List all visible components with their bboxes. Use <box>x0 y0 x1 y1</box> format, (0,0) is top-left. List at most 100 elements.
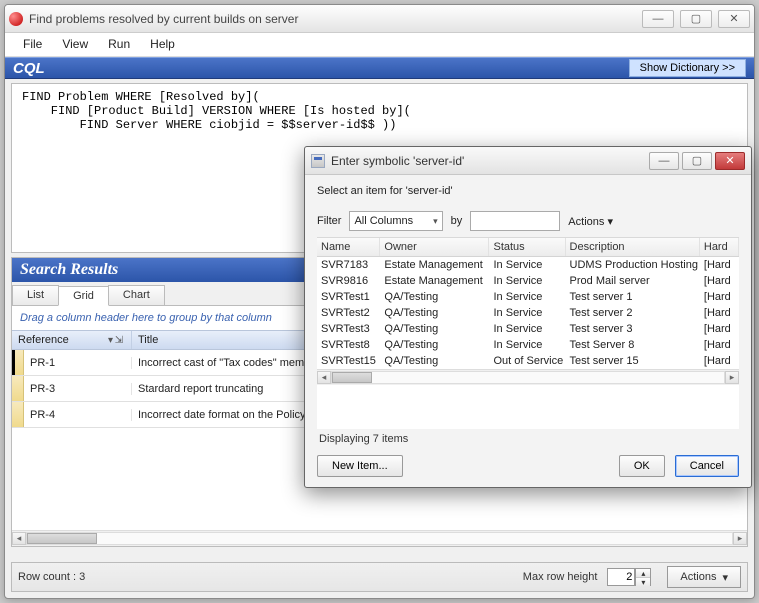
step-up-icon[interactable]: ▴ <box>636 569 650 578</box>
menu-help[interactable]: Help <box>140 33 185 56</box>
max-row-height-label: Max row height <box>523 571 598 583</box>
dialog-h-scrollbar[interactable]: ◂ ▸ <box>317 369 739 385</box>
chevron-down-icon: ▾ <box>433 216 438 227</box>
dialog-filter-bar: Filter All Columns ▾ by Actions ▾ <box>317 211 739 231</box>
cell-status: In Service <box>490 273 566 289</box>
close-button[interactable]: ✕ <box>718 10 750 28</box>
cancel-button[interactable]: Cancel <box>675 455 739 477</box>
dialog-window-controls: — ▢ ✕ <box>649 152 745 170</box>
cell-hard: [Hard <box>700 289 739 305</box>
scroll-right-icon[interactable]: ▸ <box>733 532 747 545</box>
cell-desc: Test Server 8 <box>566 337 700 353</box>
chevron-down-icon: ▾ <box>722 571 728 584</box>
dialog-button-bar: New Item... OK Cancel <box>317 449 739 477</box>
maximize-button[interactable]: ▢ <box>680 10 712 28</box>
col-owner[interactable]: Owner <box>380 238 489 256</box>
tab-list[interactable]: List <box>12 285 59 305</box>
show-dictionary-button[interactable]: Show Dictionary >> <box>629 59 746 77</box>
filter-text-input[interactable] <box>470 211 560 231</box>
col-description[interactable]: Description <box>566 238 700 256</box>
dialog-grid-header: Name Owner Status Description Hard <box>317 238 739 257</box>
filter-column-value: All Columns <box>354 215 433 227</box>
dialog-actions-dropdown[interactable]: Actions ▾ <box>568 215 613 228</box>
scroll-left-icon[interactable]: ◂ <box>317 371 331 384</box>
status-bar: Row count : 3 Max row height ▴ ▾ Actions… <box>11 562 748 592</box>
filter-label: Filter <box>317 215 341 227</box>
step-down-icon[interactable]: ▾ <box>636 578 650 587</box>
cell-reference: PR-1 <box>24 357 132 369</box>
ok-button[interactable]: OK <box>619 455 665 477</box>
cell-owner: QA/Testing <box>380 289 489 305</box>
dialog-grid: Name Owner Status Description Hard SVR71… <box>317 237 739 429</box>
cell-hard: [Hard <box>700 321 739 337</box>
pin-icon[interactable]: ⇲ <box>113 335 125 346</box>
actions-button[interactable]: Actions ▾ <box>667 566 741 588</box>
tab-grid[interactable]: Grid <box>58 286 109 306</box>
table-row[interactable]: SVR7183Estate ManagementIn ServiceUDMS P… <box>317 257 739 273</box>
dialog-status-line: Displaying 7 items <box>317 429 739 449</box>
actions-label: Actions <box>680 571 716 583</box>
cell-hard: [Hard <box>700 257 739 273</box>
cell-desc: Prod Mail server <box>566 273 700 289</box>
col-title-label: Title <box>138 334 158 346</box>
table-row[interactable]: SVRTest15QA/TestingOut of ServiceTest se… <box>317 353 739 369</box>
cell-status: In Service <box>490 257 566 273</box>
scroll-thumb[interactable] <box>27 533 97 544</box>
col-status[interactable]: Status <box>489 238 565 256</box>
cell-owner: Estate Management <box>380 257 489 273</box>
cell-name: SVRTest15 <box>317 353 380 369</box>
cell-status: In Service <box>490 305 566 321</box>
window-title: Find problems resolved by current builds… <box>29 12 298 26</box>
max-row-height-input[interactable] <box>607 568 635 586</box>
dialog-minimize-button[interactable]: — <box>649 152 679 170</box>
minimize-button[interactable]: — <box>642 10 674 28</box>
results-h-scrollbar[interactable]: ◂ ▸ <box>12 530 747 546</box>
cql-label: CQL <box>13 60 45 77</box>
col-name[interactable]: Name <box>317 238 380 256</box>
new-item-button[interactable]: New Item... <box>317 455 403 477</box>
menu-view[interactable]: View <box>52 33 98 56</box>
table-row[interactable]: SVR9816Estate ManagementIn ServiceProd M… <box>317 273 739 289</box>
cql-section-header: CQL Show Dictionary >> <box>5 57 754 79</box>
table-row[interactable]: SVRTest1QA/TestingIn ServiceTest server … <box>317 289 739 305</box>
row-indicator-icon <box>12 350 24 375</box>
filter-column-combo[interactable]: All Columns ▾ <box>349 211 442 231</box>
scroll-right-icon[interactable]: ▸ <box>725 371 739 384</box>
col-reference[interactable]: Reference ▾ ⇲ <box>12 331 132 349</box>
dialog-titlebar[interactable]: Enter symbolic 'server-id' — ▢ ✕ <box>305 147 751 175</box>
dialog-prompt: Select an item for 'server-id' <box>317 185 739 197</box>
cell-status: In Service <box>490 289 566 305</box>
cell-reference: PR-4 <box>24 409 132 421</box>
app-icon <box>9 12 23 26</box>
scroll-left-icon[interactable]: ◂ <box>12 532 26 545</box>
cell-status: In Service <box>490 321 566 337</box>
scroll-track[interactable] <box>26 532 733 545</box>
main-titlebar[interactable]: Find problems resolved by current builds… <box>5 5 754 33</box>
dialog-actions-label: Actions <box>568 216 604 228</box>
row-count-label: Row count : 3 <box>18 571 85 583</box>
table-row[interactable]: SVRTest3QA/TestingIn ServiceTest server … <box>317 321 739 337</box>
menu-bar: File View Run Help <box>5 33 754 57</box>
dialog-grid-body: SVR7183Estate ManagementIn ServiceUDMS P… <box>317 257 739 369</box>
cell-desc: Test server 1 <box>566 289 700 305</box>
tab-chart[interactable]: Chart <box>108 285 165 305</box>
cell-name: SVRTest1 <box>317 289 380 305</box>
scroll-track[interactable] <box>331 371 725 384</box>
cell-owner: QA/Testing <box>380 321 489 337</box>
dialog-close-button[interactable]: ✕ <box>715 152 745 170</box>
cell-desc: Test server 15 <box>566 353 700 369</box>
cell-owner: Estate Management <box>380 273 489 289</box>
window-controls: — ▢ ✕ <box>642 10 750 28</box>
cell-name: SVR9816 <box>317 273 380 289</box>
menu-run[interactable]: Run <box>98 33 140 56</box>
cell-hard: [Hard <box>700 353 739 369</box>
menu-file[interactable]: File <box>13 33 52 56</box>
table-row[interactable]: SVRTest2QA/TestingIn ServiceTest server … <box>317 305 739 321</box>
scroll-thumb[interactable] <box>332 372 372 383</box>
dialog-maximize-button[interactable]: ▢ <box>682 152 712 170</box>
table-row[interactable]: SVRTest8QA/TestingIn ServiceTest Server … <box>317 337 739 353</box>
max-row-height-stepper[interactable]: ▴ ▾ <box>635 568 651 586</box>
cell-hard: [Hard <box>700 273 739 289</box>
cell-hard: [Hard <box>700 305 739 321</box>
col-hardware[interactable]: Hard <box>700 238 739 256</box>
